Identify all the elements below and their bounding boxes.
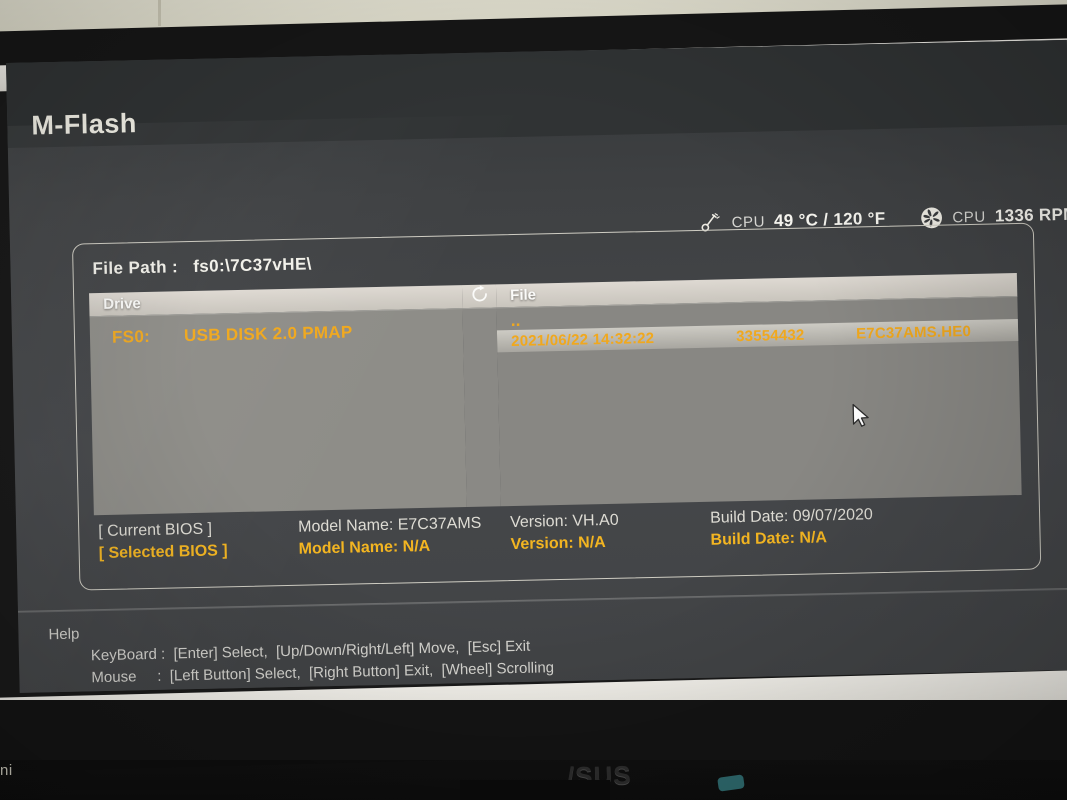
edge-label: ni	[0, 762, 13, 779]
refresh-icon	[469, 285, 488, 308]
refresh-button[interactable]	[461, 284, 497, 309]
bios-screen-content: M-Flash CPU 49 °C / 120 °F CPU 1336 RPM …	[6, 39, 1067, 693]
bios-screen: M-Flash CPU 49 °C / 120 °F CPU 1336 RPM …	[6, 39, 1067, 693]
monitor-stand	[460, 780, 610, 800]
file-name: E7C37AMS.HE0	[855, 322, 972, 343]
drive-column: Drive FS0: USB DISK 2.0 PMAP	[89, 285, 467, 516]
refresh-column	[461, 284, 501, 508]
drive-name: USB DISK 2.0 PMAP	[183, 322, 353, 346]
page-title: M-Flash	[31, 108, 138, 141]
file-list[interactable]: .. 2021/06/22 14:32:22 33554432 E7C37AMS…	[496, 295, 1022, 507]
file-path-label: File Path :	[92, 257, 179, 279]
current-bios-model: Model Name: E7C37AMS	[298, 514, 482, 536]
file-column: File .. 2021/06/22 14:32:22 33554432 E7C…	[495, 272, 1022, 507]
current-bios-tag: [ Current BIOS ]	[98, 520, 213, 541]
footer-divider	[17, 587, 1067, 613]
list-item[interactable]: FS0: USB DISK 2.0 PMAP	[90, 309, 464, 348]
drive-id: FS0:	[111, 326, 151, 347]
browser-lists: Drive FS0: USB DISK 2.0 PMAP File .. 202…	[89, 272, 1022, 516]
photo-scene: /SUS ni M-Flash CPU 49 °C / 120 °F CPU 1…	[0, 0, 1067, 800]
file-path-value: fs0:\7C37vHE\	[193, 254, 313, 276]
parent-directory-entry: ..	[510, 310, 521, 331]
selected-bios-tag: [ Selected BIOS ]	[98, 542, 228, 563]
refresh-column-filler	[462, 307, 501, 508]
mouse-cursor	[852, 403, 873, 429]
selected-bios-model: Model Name: N/A	[298, 537, 431, 558]
file-size: 33554432	[735, 326, 805, 345]
help-section: Help KeyBoard : [Enter] Select, [Up/Down…	[48, 613, 554, 690]
current-bios-version: Version: VH.A0	[509, 511, 619, 532]
selected-bios-build-date: Build Date: N/A	[710, 529, 828, 549]
file-date: 2021/06/22 14:32:22	[511, 329, 655, 350]
desk-shadow	[0, 700, 1067, 760]
drive-list[interactable]: FS0: USB DISK 2.0 PMAP	[89, 308, 467, 516]
selected-bios-version: Version: N/A	[510, 534, 606, 554]
